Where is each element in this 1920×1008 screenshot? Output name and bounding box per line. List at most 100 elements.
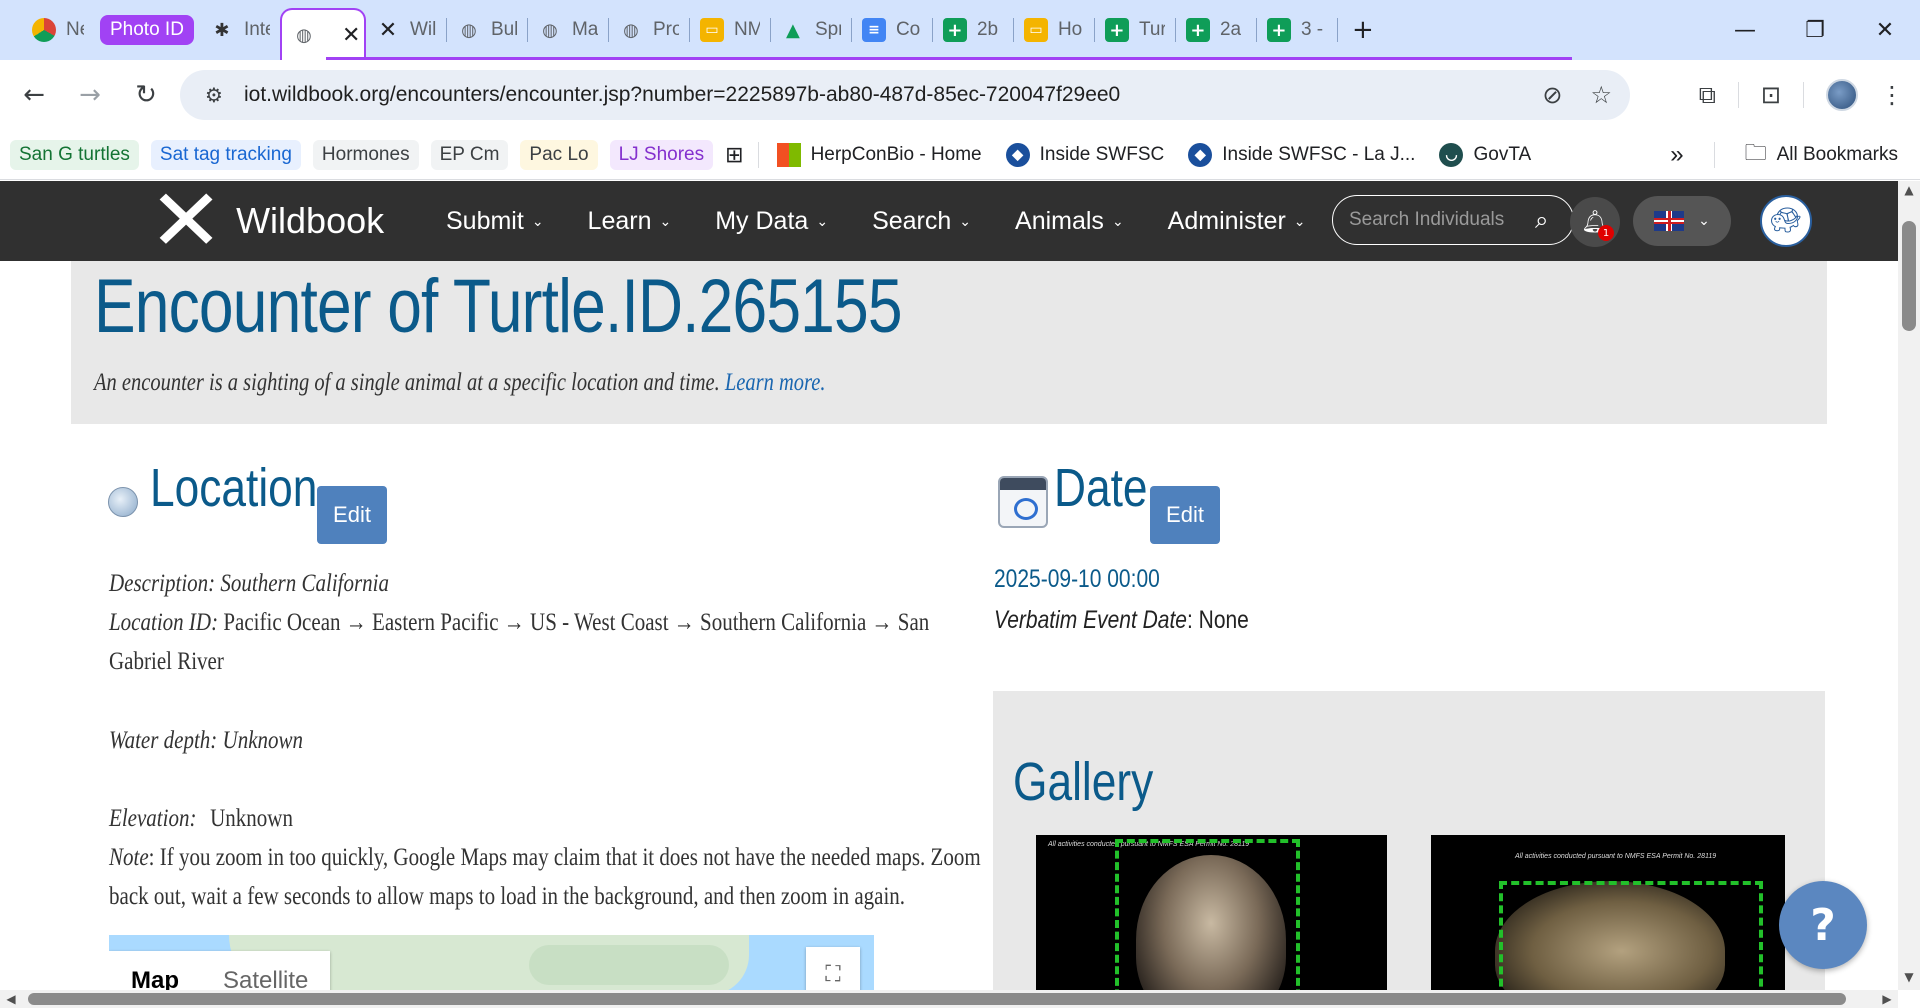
tab-label: Pro	[652, 19, 679, 40]
tab-search-icon[interactable]: ⊡	[1761, 81, 1781, 109]
divider	[757, 141, 759, 168]
wildbook-logo[interactable]: ✕ Wildbook	[148, 178, 384, 264]
menu-label: Submit	[446, 206, 524, 235]
all-bookmarks-button[interactable]: 🗀 All Bookmarks	[1745, 136, 1898, 174]
menu-label: Search	[872, 206, 952, 235]
menu-my-data[interactable]: My Data ⌄	[715, 207, 828, 236]
new-tab-button[interactable]: +	[1338, 10, 1388, 50]
close-window-icon[interactable]: ✕	[1850, 0, 1920, 60]
location-heading-text: Location	[150, 458, 318, 518]
menu-search[interactable]: Search ⌄	[872, 207, 971, 236]
browser-toolbar: ← → ↻ ⚙ iot.wildbook.org/encounters/enco…	[0, 60, 1920, 130]
bookmarks-overflow-button[interactable]: »	[1670, 141, 1683, 169]
menu-animals[interactable]: Animals ⌄	[1015, 207, 1124, 236]
tab-spr[interactable]: ▲ Spr	[771, 10, 851, 50]
tab-nm[interactable]: ▭ NM	[690, 10, 770, 50]
forward-arrow-icon[interactable]: →	[68, 73, 112, 117]
bookmark-inside-swfsc[interactable]: ◆ Inside SWFSC	[1005, 142, 1164, 167]
reload-icon[interactable]: ↻	[124, 73, 168, 117]
horizontal-scrollbar[interactable]: ◀ ▶	[0, 990, 1898, 1008]
site-info-icon[interactable]: ⚙	[194, 83, 234, 107]
tab-label: 2a	[1219, 19, 1242, 40]
search-individuals-input[interactable]	[1349, 209, 1529, 231]
gallery-photo-2[interactable]: All activities conducted pursuant to NMF…	[1431, 835, 1785, 990]
tab-label: Wil	[409, 19, 436, 40]
bookmark-star-icon[interactable]: ☆	[1590, 81, 1612, 109]
menu-submit[interactable]: Submit ⌄	[446, 207, 544, 236]
address-bar-actions: ⊘ ☆	[1542, 70, 1612, 120]
tab-label: Nev	[66, 19, 84, 40]
notifications-button[interactable]: 🔔︎ 1	[1570, 197, 1620, 247]
scroll-up-arrow-icon[interactable]: ▲	[1898, 183, 1920, 201]
search-icon[interactable]: ⌕	[1535, 206, 1548, 234]
bookmark-inside-swfsc-la-jolla[interactable]: ◆ Inside SWFSC - La J...	[1188, 142, 1415, 167]
sheets-icon: +	[942, 18, 967, 42]
map-type-map-button[interactable]: Map	[109, 951, 201, 990]
bookmark-govta[interactable]: ◡ GovTA	[1439, 142, 1531, 167]
eye-slash-icon[interactable]: ⊘	[1542, 81, 1562, 109]
help-button[interactable]: ?	[1779, 881, 1867, 969]
url-text[interactable]: iot.wildbook.org/encounters/encounter.js…	[244, 83, 1120, 107]
map-type-satellite-button[interactable]: Satellite	[201, 951, 330, 990]
tab-label: Inte	[243, 19, 270, 40]
menu-learn[interactable]: Learn ⌄	[588, 207, 672, 236]
elevation: Elevation: Unknown	[109, 799, 293, 838]
tab-inte[interactable]: ✱ Inte	[200, 10, 280, 50]
close-icon[interactable]: ✕	[342, 23, 360, 48]
google-map[interactable]: Map Satellite ⛶	[109, 935, 874, 990]
bookmark-folder-sat-tag-tracking[interactable]: Sat tag tracking	[150, 139, 301, 170]
detection-box	[1499, 881, 1763, 990]
map-note-continued: back out, wait a few seconds to allow ma…	[109, 883, 906, 910]
apps-grid-icon[interactable]: ⊞	[725, 142, 743, 168]
tab-bull[interactable]: ◍ Bull	[447, 10, 527, 50]
vertical-scrollbar[interactable]: ▲ ▼	[1898, 181, 1920, 990]
gallery-photo-1[interactable]: All activities conducted pursuant to NMF…	[1036, 835, 1387, 990]
bookmark-folder-lj-shores[interactable]: LJ Shores	[609, 139, 714, 170]
date-edit-button[interactable]: Edit	[1150, 486, 1220, 544]
scroll-left-arrow-icon[interactable]: ◀	[2, 990, 20, 1008]
tab-2a[interactable]: + 2a	[1176, 10, 1256, 50]
bookmark-folder-hormones[interactable]: Hormones	[312, 139, 419, 170]
tab-wildbook[interactable]: ✕ Wil	[366, 10, 446, 50]
learn-more-link[interactable]: Learn more.	[725, 369, 826, 396]
minimize-icon[interactable]: —	[1710, 0, 1780, 60]
extensions-icon[interactable]: ⧉	[1699, 81, 1716, 109]
back-arrow-icon[interactable]: ←	[12, 73, 56, 117]
tab-active-encounter[interactable]: ◍ ✕	[279, 8, 366, 60]
tab-ma[interactable]: ◍ Ma	[528, 10, 608, 50]
restore-icon[interactable]: ❐	[1780, 0, 1850, 60]
tab-ho[interactable]: ▭ Ho	[1014, 10, 1094, 50]
bookmark-folder-pac-lo[interactable]: Pac Lo	[520, 139, 598, 170]
tab-group-photo-id[interactable]: Photo ID	[100, 15, 194, 45]
menu-administer[interactable]: Administer ⌄	[1168, 207, 1306, 236]
tab-pro[interactable]: ◍ Pro	[609, 10, 689, 50]
address-bar[interactable]: ⚙ iot.wildbook.org/encounters/encounter.…	[180, 70, 1630, 120]
map-note: Note: If you zoom in too quickly, Google…	[109, 838, 981, 877]
microsoft-icon	[776, 142, 801, 167]
scroll-down-arrow-icon[interactable]: ▼	[1898, 970, 1920, 988]
horizontal-scroll-thumb[interactable]	[28, 993, 1846, 1005]
tab-2b[interactable]: + 2b	[933, 10, 1013, 50]
kebab-menu-icon[interactable]: ⋮	[1880, 81, 1904, 109]
tab-new-tab[interactable]: Nev	[22, 10, 94, 50]
tab-tur[interactable]: + Tur	[1095, 10, 1175, 50]
date-heading-text: Date	[1054, 458, 1148, 518]
location-edit-button[interactable]: Edit	[317, 486, 387, 544]
menu-label: Animals	[1015, 206, 1104, 235]
spider-icon: ✱	[214, 19, 230, 41]
tab-co[interactable]: ≡ Co	[852, 10, 932, 50]
vertical-scroll-thumb[interactable]	[1902, 221, 1916, 331]
tab-3[interactable]: + 3 -	[1257, 10, 1337, 50]
bookmark-folder-san-g-turtles[interactable]: San G turtles	[10, 139, 139, 170]
subtitle-text: An encounter is a sighting of a single a…	[94, 369, 720, 396]
language-selector[interactable]: ⌄	[1633, 196, 1731, 246]
fullscreen-icon[interactable]: ⛶	[806, 947, 860, 990]
water-depth: Water depth: Unknown	[109, 721, 303, 760]
bookmark-folder-ep-cm[interactable]: EP Cm	[430, 139, 509, 170]
menu-label: Learn	[587, 206, 652, 235]
scroll-right-arrow-icon[interactable]: ▶	[1878, 990, 1896, 1008]
profile-avatar[interactable]	[1826, 79, 1858, 111]
encounter-header: Encounter of Turtle.ID.265155 An encount…	[71, 261, 1827, 424]
bookmark-herpconbio[interactable]: HerpConBio - Home	[776, 142, 982, 167]
organization-logo[interactable]: 🐢︎	[1760, 195, 1812, 247]
